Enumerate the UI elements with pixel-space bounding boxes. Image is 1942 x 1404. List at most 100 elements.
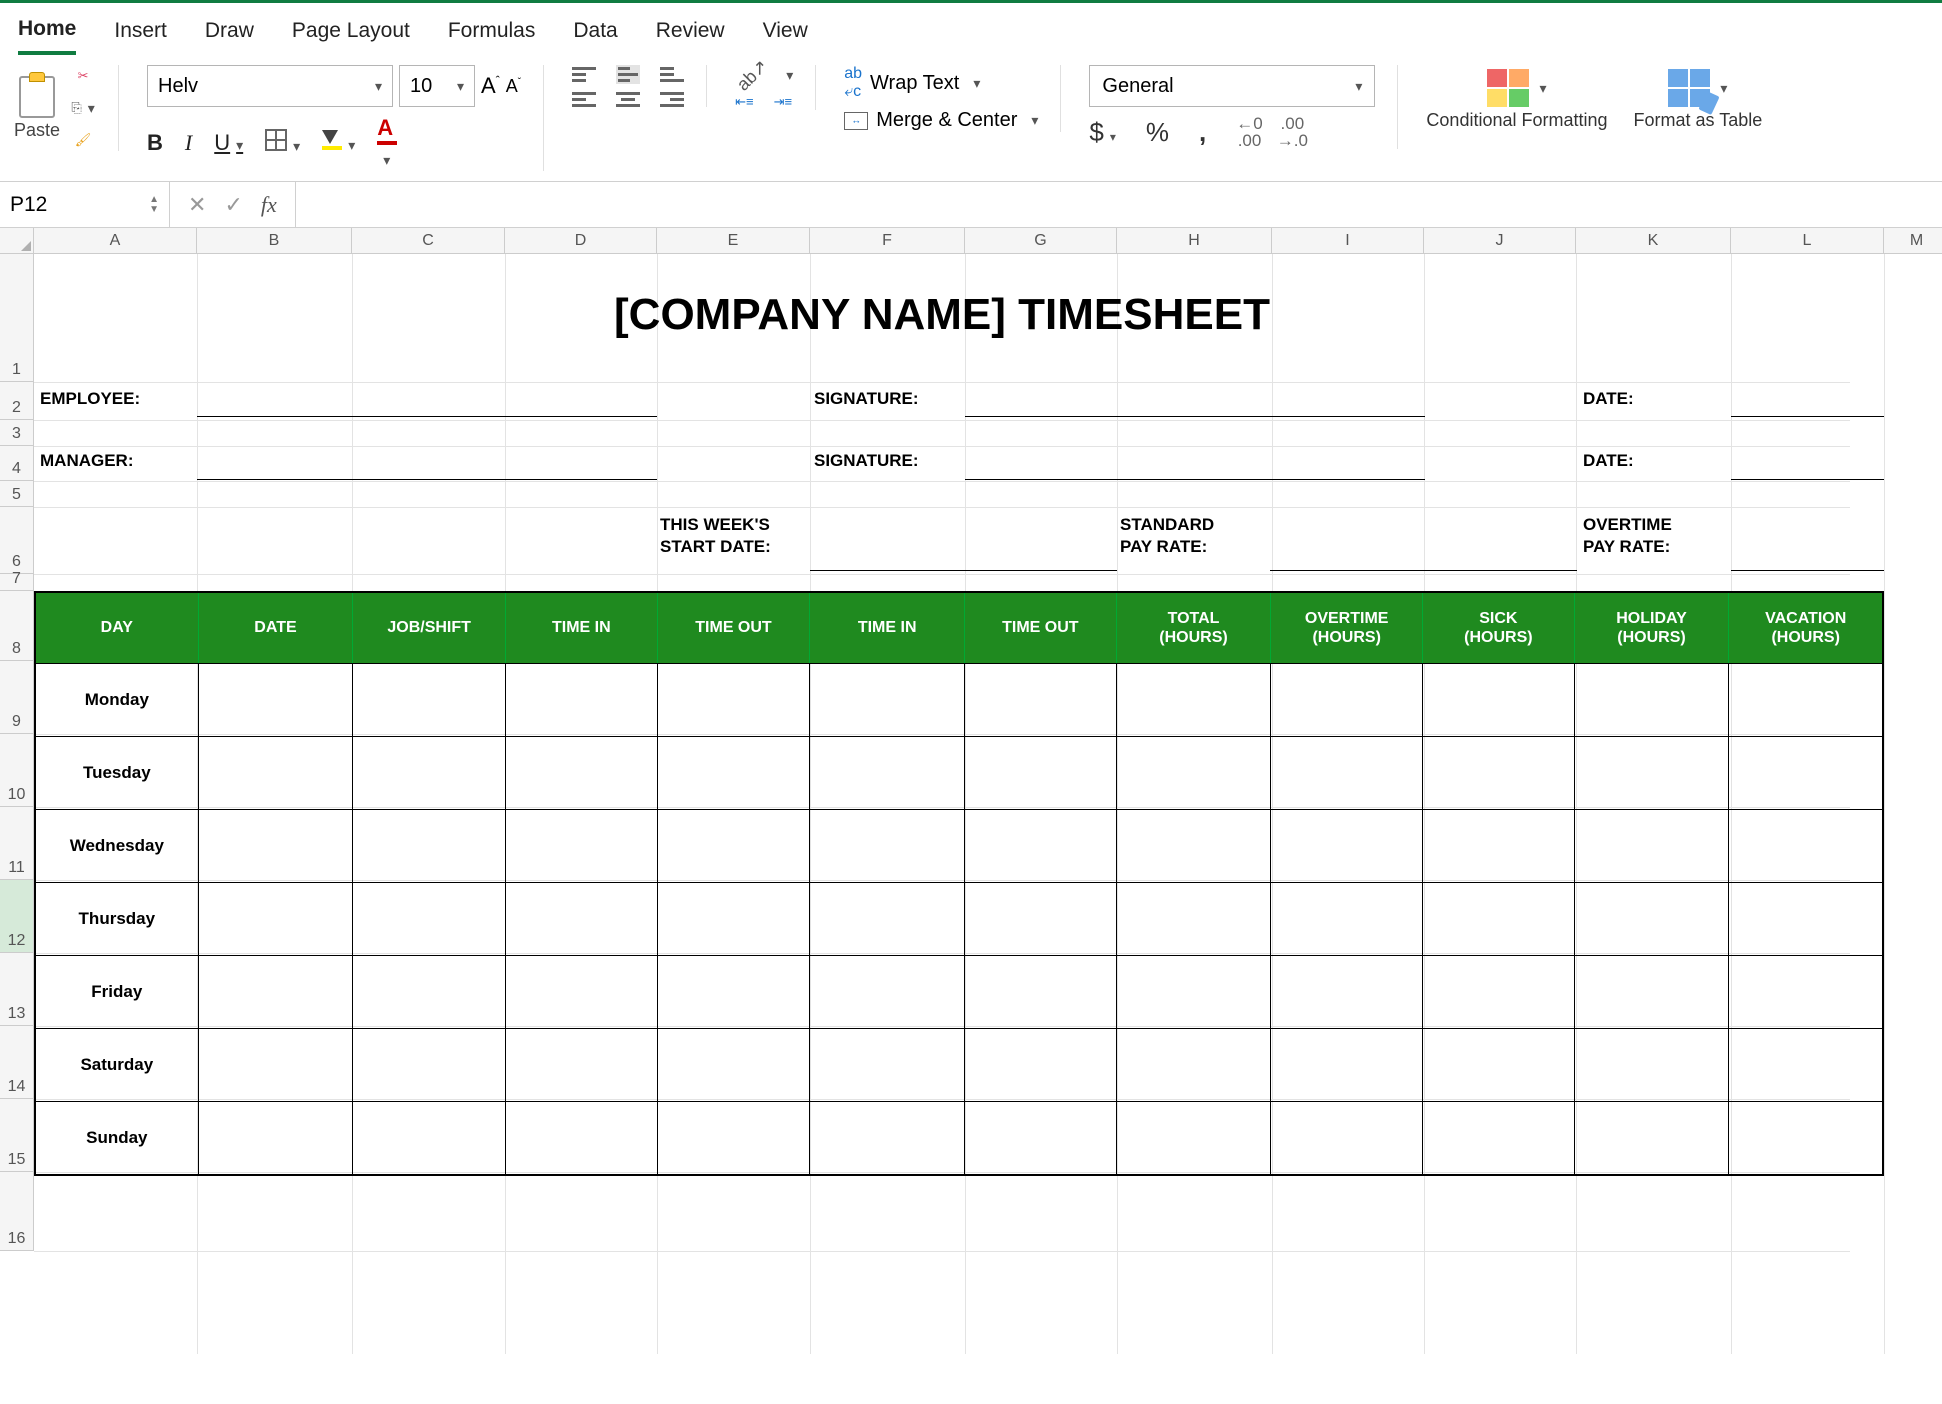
table-cell[interactable] [199,883,354,955]
table-cell[interactable] [353,664,506,736]
table-cell[interactable] [506,883,658,955]
tab-draw[interactable]: Draw [205,13,254,53]
table-cell[interactable] [1575,810,1730,882]
table-cell[interactable] [1117,664,1272,736]
table-cell[interactable] [1271,1029,1423,1101]
table-cell[interactable] [1117,956,1272,1028]
column-header-H[interactable]: H [1117,228,1272,254]
table-cell[interactable] [199,664,354,736]
table-cell[interactable] [810,810,965,882]
align-left-icon[interactable] [572,92,596,107]
row-header-15[interactable]: 15 [0,1099,34,1172]
tab-insert[interactable]: Insert [114,13,167,53]
table-cell[interactable] [1423,664,1575,736]
merge-center-button[interactable]: ↔ Merge & Center▾ [844,109,1038,132]
table-cell[interactable] [1575,1029,1730,1101]
table-cell[interactable] [199,1102,354,1174]
table-cell[interactable] [810,737,965,809]
cut-icon[interactable]: ✂ [70,65,96,87]
table-cell[interactable] [658,664,811,736]
table-cell[interactable] [199,737,354,809]
accept-formula-icon[interactable]: ✓ [224,192,242,218]
table-cell[interactable] [1729,1029,1882,1101]
increase-indent-icon[interactable]: ⇥≡ [774,94,792,110]
table-cell[interactable] [506,664,658,736]
table-cell[interactable] [353,1102,506,1174]
row-header-8[interactable]: 8 [0,591,34,661]
wrap-text-button[interactable]: ab⤶c Wrap Text▾ [844,65,980,101]
borders-button[interactable]: ▾ [265,129,300,157]
table-cell[interactable] [965,956,1117,1028]
table-cell[interactable] [1423,1029,1575,1101]
column-header-I[interactable]: I [1272,228,1424,254]
format-as-table-button[interactable]: ▾ Format as Table [1634,69,1763,131]
table-cell[interactable] [1271,1102,1423,1174]
column-header-L[interactable]: L [1731,228,1884,254]
table-cell[interactable] [1729,810,1882,882]
row-header-16[interactable]: 16 [0,1172,34,1251]
table-cell[interactable] [658,1029,811,1101]
row-header-7[interactable]: 7 [0,574,34,591]
orientation-icon[interactable]: ab↗ [733,56,773,96]
cancel-formula-icon[interactable]: ✕ [188,192,206,218]
row-header-6[interactable]: 6 [0,507,34,574]
table-cell[interactable] [965,810,1117,882]
column-header-E[interactable]: E [657,228,810,254]
table-cell[interactable] [1271,956,1423,1028]
table-cell[interactable] [1575,883,1730,955]
table-cell[interactable] [1117,737,1272,809]
table-cell[interactable] [506,1029,658,1101]
column-header-A[interactable]: A [34,228,197,254]
column-header-C[interactable]: C [352,228,505,254]
increase-font-icon[interactable]: Aˆ [481,73,500,99]
table-cell[interactable] [199,810,354,882]
table-cell[interactable] [1117,1102,1272,1174]
table-cell[interactable] [1423,1102,1575,1174]
table-cell[interactable]: Monday [36,664,199,736]
underline-button[interactable]: U▾ [214,130,243,156]
decrease-decimal-icon[interactable]: .00→.0 [1277,115,1308,149]
number-format-select[interactable]: General▾ [1089,65,1375,107]
decrease-indent-icon[interactable]: ⇤≡ [735,94,753,110]
row-header-5[interactable]: 5 [0,481,34,507]
table-cell[interactable] [965,1102,1117,1174]
percent-button[interactable]: % [1146,117,1169,148]
table-cell[interactable] [1271,883,1423,955]
table-cell[interactable] [965,1029,1117,1101]
table-cell[interactable] [1729,737,1882,809]
font-size-select[interactable]: 10▾ [399,65,475,107]
table-cell[interactable]: Friday [36,956,199,1028]
table-cell[interactable] [353,956,506,1028]
row-header-2[interactable]: 2 [0,382,34,420]
fill-color-button[interactable]: ▾ [322,130,355,156]
fx-icon[interactable]: fx [261,192,277,218]
paste-button[interactable]: Paste [14,76,60,141]
table-cell[interactable] [810,1102,965,1174]
table-cell[interactable] [1575,956,1730,1028]
table-cell[interactable] [1423,956,1575,1028]
table-cell[interactable]: Saturday [36,1029,199,1101]
table-cell[interactable]: Sunday [36,1102,199,1174]
row-header-10[interactable]: 10 [0,734,34,807]
table-cell[interactable] [965,737,1117,809]
comma-button[interactable]: , [1199,117,1206,148]
decrease-font-icon[interactable]: Aˇ [506,76,521,97]
column-header-G[interactable]: G [965,228,1117,254]
table-cell[interactable] [1575,664,1730,736]
table-cell[interactable] [658,956,811,1028]
row-header-3[interactable]: 3 [0,420,34,446]
conditional-formatting-button[interactable]: ▾ Conditional Formatting [1426,69,1607,131]
align-right-icon[interactable] [660,92,684,107]
table-cell[interactable]: Wednesday [36,810,199,882]
column-header-F[interactable]: F [810,228,965,254]
align-top-icon[interactable] [572,67,596,82]
table-cell[interactable] [1271,664,1423,736]
table-cell[interactable] [658,1102,811,1174]
table-cell[interactable] [810,664,965,736]
table-cell[interactable] [810,956,965,1028]
table-cell[interactable] [506,737,658,809]
column-header-M[interactable]: M [1884,228,1942,254]
table-cell[interactable] [506,956,658,1028]
font-color-button[interactable]: A▾ [377,115,397,171]
select-all-button[interactable] [0,228,34,254]
